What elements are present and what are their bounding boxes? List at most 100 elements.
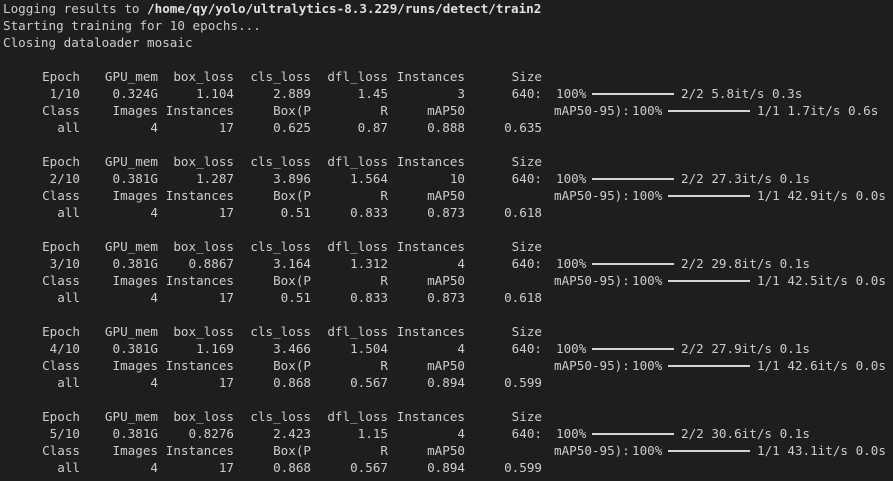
val-header-cell: Instances — [165, 273, 234, 288]
train-header-row: Epoch GPU_mem box_loss cls_loss dfl_loss Inst… — [0, 153, 893, 170]
train-header-row: Epoch GPU_mem box_loss cls_loss dfl_loss Inst… — [0, 238, 893, 255]
val-result-cell: 0.868 — [273, 460, 311, 475]
train-value-cell: 3.896 — [273, 171, 311, 186]
train-header-cell: box_loss — [173, 154, 234, 169]
val-header-cell: R — [380, 103, 388, 118]
train-value-cell: 5/10 — [49, 426, 80, 441]
val-progress-bar — [668, 450, 750, 452]
train-value-cell: 0.324G — [112, 86, 159, 101]
train-header-cell: cls_loss — [250, 239, 311, 254]
results-path: /home/qy/yolo/ultralytics-8.3.229/runs/d… — [147, 1, 542, 16]
val-progress-bar — [668, 110, 750, 112]
val-result-cell: 0.873 — [427, 205, 465, 220]
val-header-row: Class Images Instances Box(P RmAP50 mAP50-95)… — [0, 102, 893, 119]
val-result-row: all 4 17 0.868 0.567 0.894 0.599 — [0, 459, 893, 476]
val-progress-rate: 1/1 42.9it/s 0.0s — [757, 188, 886, 203]
val-header-cell: R — [380, 188, 388, 203]
train-header-cell: box_loss — [173, 409, 234, 424]
val-result-cell: 0.567 — [350, 375, 388, 390]
val-result-cell: 4 — [150, 120, 158, 135]
train-header-cell: Size — [511, 409, 542, 424]
val-result-cell: 4 — [150, 290, 158, 305]
train-progress-percent: 100% — [556, 171, 587, 186]
val-progress-percent: 100% — [632, 443, 663, 458]
val-result-cell: 0.51 — [280, 205, 311, 220]
val-header-cell: mAP50 — [427, 103, 465, 118]
val-result-cell: 4 — [150, 460, 158, 475]
val-result-cell: all — [57, 205, 80, 220]
val-header-cell: R — [380, 443, 388, 458]
train-progress-bar — [592, 93, 674, 95]
train-progress-percent: 100% — [556, 86, 587, 101]
val-result-cell: 0.894 — [427, 460, 465, 475]
val-header-cell: Class — [42, 358, 80, 373]
val-progress-percent: 100% — [632, 358, 663, 373]
val-header-cell: Images — [112, 443, 159, 458]
train-value-cell: 4 — [457, 341, 465, 356]
train-header-cell: dfl_loss — [327, 409, 388, 424]
train-header-cell: Instances — [396, 239, 465, 254]
val-progress-percent: 100% — [632, 273, 663, 288]
val-header-cell: Box(P — [273, 443, 311, 458]
val-header-cell: Instances — [165, 188, 234, 203]
val-result-cell: 17 — [218, 460, 234, 475]
val-result-cell: 0.868 — [273, 375, 311, 390]
train-progress-rate: 2/2 5.8it/s 0.3s — [681, 86, 803, 101]
train-progress-bar — [592, 433, 674, 435]
train-header-cell: Size — [511, 69, 542, 84]
train-value-cell: 1.45 — [357, 86, 388, 101]
val-header-cell: Images — [112, 188, 159, 203]
train-progress-percent: 100% — [556, 341, 587, 356]
val-header-cell: Images — [112, 103, 159, 118]
train-header-cell: cls_loss — [250, 324, 311, 339]
val-result-cell: 4 — [150, 375, 158, 390]
val-result-cell: 0.87 — [357, 120, 388, 135]
log-prefix: Logging results to — [3, 1, 148, 16]
val-progress-bar — [668, 280, 750, 282]
val-header-row: Class Images Instances Box(P RmAP50 mAP50-95)… — [0, 442, 893, 459]
val-header-row: Class Images Instances Box(P RmAP50 mAP50-95)… — [0, 187, 893, 204]
val-result-cell: 0.51 — [280, 290, 311, 305]
val-result-cell: all — [57, 290, 80, 305]
train-progress-rate: 2/2 29.8it/s 0.1s — [681, 256, 810, 271]
train-value-cell: 1.169 — [196, 341, 234, 356]
train-value-cell: 4/10 — [49, 341, 80, 356]
val-result-row: all 4 17 0.625 0.87 0.888 0.635 — [0, 119, 893, 136]
val-header-cell: mAP50-95): — [554, 103, 630, 118]
train-header-cell: Instances — [396, 409, 465, 424]
train-values-row: 5/10 0.381G 0.8276 2.423 1.15 4 640: 100% 2/2 30… — [0, 425, 893, 442]
train-progress-bar — [592, 178, 674, 180]
val-result-cell: 0.833 — [350, 290, 388, 305]
log-line-results: Logging results to /home/qy/yolo/ultraly… — [0, 0, 893, 17]
val-progress-rate: 1/1 42.6it/s 0.0s — [757, 358, 886, 373]
train-header-cell: Size — [511, 324, 542, 339]
val-result-cell: 0.635 — [504, 120, 542, 135]
val-result-row: all 4 17 0.868 0.567 0.894 0.599 — [0, 374, 893, 391]
train-header-cell: dfl_loss — [327, 239, 388, 254]
train-progress-percent: 100% — [556, 426, 587, 441]
train-value-cell: 1.287 — [196, 171, 234, 186]
train-value-cell: 0.8867 — [188, 256, 235, 271]
val-result-cell: 0.618 — [504, 290, 542, 305]
train-header-row: Epoch GPU_mem box_loss cls_loss dfl_loss Inst… — [0, 68, 893, 85]
val-header-cell: Box(P — [273, 273, 311, 288]
val-result-cell: 4 — [150, 205, 158, 220]
train-value-cell: 640: — [511, 256, 542, 271]
val-progress-rate: 1/1 43.1it/s 0.0s — [757, 443, 886, 458]
val-header-row: Class Images Instances Box(P RmAP50 mAP50-95)… — [0, 357, 893, 374]
val-header-cell: Box(P — [273, 103, 311, 118]
val-header-cell: Class — [42, 443, 80, 458]
train-header-cell: Epoch — [42, 239, 80, 254]
val-result-cell: 17 — [218, 120, 234, 135]
train-value-cell: 0.381G — [112, 171, 159, 186]
train-progress-bar — [592, 263, 674, 265]
val-header-cell: mAP50-95): — [554, 188, 630, 203]
val-header-cell: Instances — [165, 358, 234, 373]
val-header-cell: mAP50-95): — [554, 443, 630, 458]
train-value-cell: 3 — [457, 86, 465, 101]
train-value-cell: 1/10 — [49, 86, 80, 101]
val-result-cell: 0.625 — [273, 120, 311, 135]
train-value-cell: 640: — [511, 86, 542, 101]
terminal-output[interactable]: Logging results to /home/qy/yolo/ultraly… — [0, 0, 893, 481]
